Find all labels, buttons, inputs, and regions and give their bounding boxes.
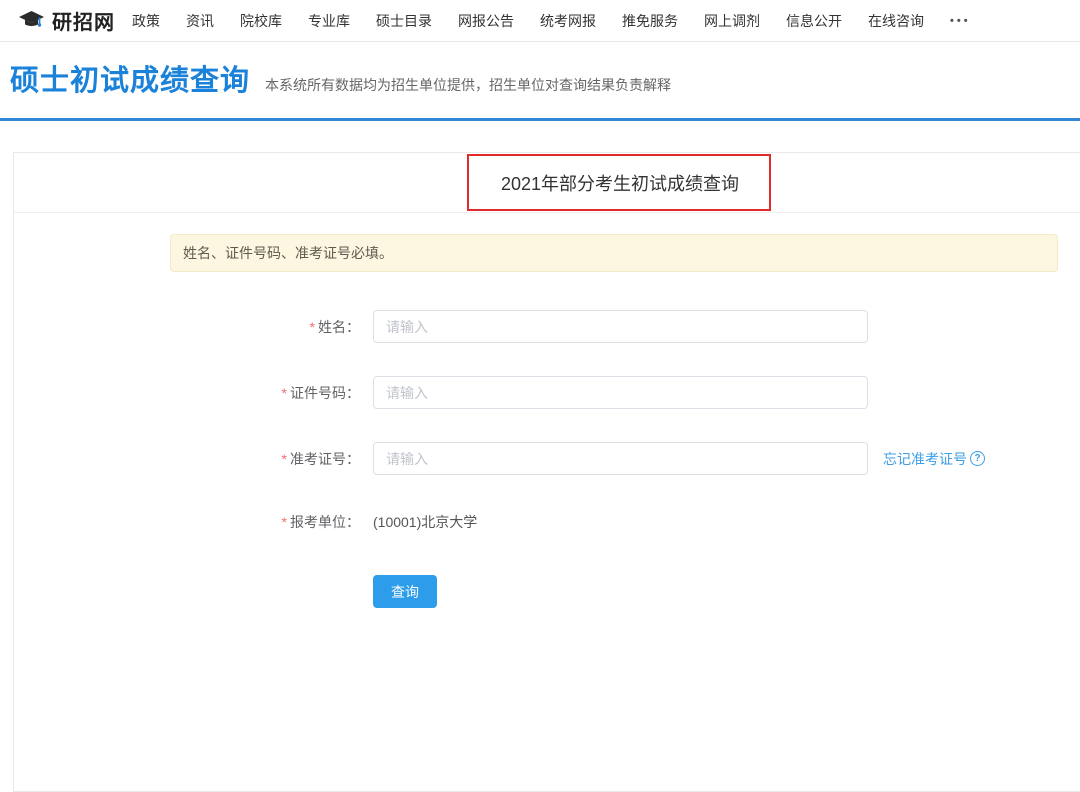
query-form-title: 2021年部分考生初试成绩查询 bbox=[501, 170, 739, 196]
form-row-admission-ticket: * 准考证号： 忘记准考证号 ? bbox=[14, 442, 1080, 475]
graduation-cap-icon bbox=[18, 10, 45, 31]
id-number-label: * 证件号码： bbox=[14, 376, 360, 409]
required-asterisk: * bbox=[282, 451, 287, 467]
nav-item-college-library[interactable]: 院校库 bbox=[240, 11, 282, 31]
more-menu-icon[interactable]: ••• bbox=[950, 15, 971, 27]
admission-ticket-input[interactable] bbox=[373, 442, 868, 475]
nav-item-major-library[interactable]: 专业库 bbox=[308, 11, 350, 31]
nav-item-news[interactable]: 资讯 bbox=[186, 11, 214, 31]
site-logo[interactable]: 研招网 bbox=[18, 6, 115, 35]
required-asterisk: * bbox=[282, 514, 287, 530]
target-unit-value: (10001)北京大学 bbox=[373, 505, 477, 538]
nav-item-online-consult[interactable]: 在线咨询 bbox=[868, 11, 924, 31]
id-number-input[interactable] bbox=[373, 376, 868, 409]
required-fields-notice: 姓名、证件号码、准考证号必填。 bbox=[170, 234, 1058, 272]
nav-item-policy[interactable]: 政策 bbox=[132, 11, 160, 31]
form-row-submit: 查询 bbox=[14, 575, 1080, 608]
required-asterisk: * bbox=[282, 385, 287, 401]
query-card: 2021年部分考生初试成绩查询 姓名、证件号码、准考证号必填。 * 姓名： * … bbox=[13, 152, 1080, 792]
nav-item-master-catalog[interactable]: 硕士目录 bbox=[376, 11, 432, 31]
top-navigation: 研招网 政策 资讯 院校库 专业库 硕士目录 网报公告 统考网报 推免服务 网上… bbox=[0, 0, 1080, 42]
forgot-ticket-link[interactable]: 忘记准考证号 ? bbox=[883, 442, 985, 475]
nav-item-unified-exam-registration[interactable]: 统考网报 bbox=[540, 11, 596, 31]
admission-ticket-label: * 准考证号： bbox=[14, 442, 360, 475]
nav-item-exemption-service[interactable]: 推免服务 bbox=[622, 11, 678, 31]
nav-item-report-notice[interactable]: 网报公告 bbox=[458, 11, 514, 31]
blue-divider bbox=[0, 118, 1080, 121]
target-unit-label: * 报考单位： bbox=[14, 505, 360, 538]
query-button[interactable]: 查询 bbox=[373, 575, 437, 608]
page-subtitle: 本系统所有数据均为招生单位提供，招生单位对查询结果负责解释 bbox=[265, 75, 671, 95]
name-input[interactable] bbox=[373, 310, 868, 343]
page-title: 硕士初试成绩查询 bbox=[10, 57, 250, 99]
form-row-id-number: * 证件号码： bbox=[14, 376, 1080, 409]
nav-item-online-adjustment[interactable]: 网上调剂 bbox=[704, 11, 760, 31]
required-asterisk: * bbox=[310, 319, 315, 335]
help-circle-icon: ? bbox=[970, 451, 985, 466]
nav-item-info-disclosure[interactable]: 信息公开 bbox=[786, 11, 842, 31]
form-row-target-unit: * 报考单位： (10001)北京大学 bbox=[14, 505, 1080, 538]
main-menu: 政策 资讯 院校库 专业库 硕士目录 网报公告 统考网报 推免服务 网上调剂 信… bbox=[132, 11, 971, 31]
page-header: 硕士初试成绩查询 本系统所有数据均为招生单位提供，招生单位对查询结果负责解释 bbox=[10, 57, 1080, 99]
site-name: 研招网 bbox=[52, 6, 115, 35]
name-label: * 姓名： bbox=[14, 310, 360, 343]
form-row-name: * 姓名： bbox=[14, 310, 1080, 343]
card-header: 2021年部分考生初试成绩查询 bbox=[14, 153, 1080, 213]
